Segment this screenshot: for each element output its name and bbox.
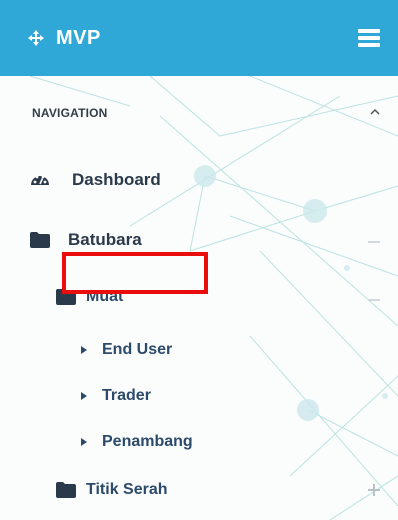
sidebar-item-label: Dashboard bbox=[72, 170, 161, 189]
sidebar-item-label: Batubara bbox=[68, 230, 142, 249]
sidebar-item-label: Trader bbox=[102, 387, 151, 404]
folder-icon bbox=[56, 482, 76, 498]
sidebar-item-label: End User bbox=[102, 341, 173, 358]
caret-right-icon bbox=[81, 438, 87, 446]
sidebar-navigation: NAVIGATION Dashboard Batubara Muat End U… bbox=[0, 76, 398, 520]
collapse-minus-icon[interactable] bbox=[368, 299, 380, 301]
navigation-section-title: NAVIGATION bbox=[32, 106, 108, 120]
sidebar-item-label: Penambang bbox=[102, 433, 193, 450]
sidebar-item-penambang[interactable]: Penambang bbox=[80, 433, 193, 451]
caret-right-icon bbox=[81, 346, 87, 354]
brand-name: MVP bbox=[56, 26, 101, 49]
highlight-box bbox=[62, 252, 208, 294]
chevron-up-icon[interactable] bbox=[368, 105, 382, 119]
top-header: MVP bbox=[0, 0, 398, 76]
sidebar-item-end-user[interactable]: End User bbox=[80, 341, 172, 359]
sidebar-item-batubara[interactable]: Batubara bbox=[30, 230, 142, 250]
sidebar-item-label: Titik Serah bbox=[86, 481, 168, 498]
sidebar-item-trader[interactable]: Trader bbox=[80, 387, 151, 405]
caret-right-icon bbox=[81, 392, 87, 400]
move-arrows-icon bbox=[28, 30, 44, 46]
app-window: MVP NAVIGATION Dashboard Batubara Muat E… bbox=[0, 0, 398, 520]
brand[interactable]: MVP bbox=[28, 27, 101, 50]
collapse-minus-icon[interactable] bbox=[368, 241, 380, 243]
dashboard-gauge-icon bbox=[31, 175, 49, 185]
hamburger-menu-icon[interactable] bbox=[358, 29, 380, 47]
folder-icon bbox=[30, 232, 50, 248]
sidebar-item-dashboard[interactable]: Dashboard bbox=[30, 170, 161, 190]
sidebar-item-titik-serah[interactable]: Titik Serah bbox=[56, 481, 168, 499]
expand-plus-icon[interactable] bbox=[367, 483, 381, 497]
